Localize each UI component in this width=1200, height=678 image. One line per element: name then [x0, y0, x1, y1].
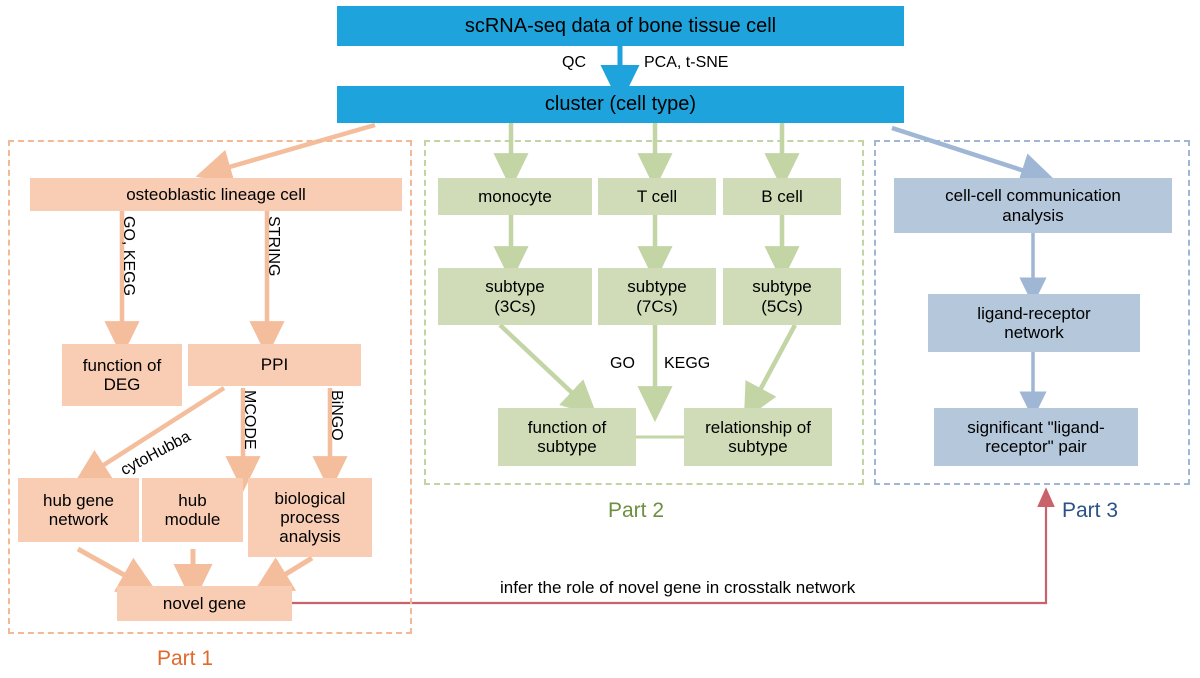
part1-label: Part 1 [157, 647, 214, 670]
relationship-of-subtype-box[interactable]: relationship of subtype [684, 408, 832, 466]
ligand-receptor-network-box[interactable]: ligand-receptor network [928, 294, 1140, 352]
subtype-monocyte-box[interactable]: subtype (3Cs) [438, 268, 592, 325]
cell-cell-communication-box[interactable]: cell-cell communication analysis [894, 178, 1172, 233]
pca-tsne-label: PCA, t-SNE [644, 54, 729, 71]
function-of-subtype-box[interactable]: function of subtype [498, 408, 636, 466]
subtype-bcell-box[interactable]: subtype (5Cs) [723, 268, 841, 325]
go-kegg-edge-label: GO, KEGG [120, 216, 137, 297]
function-of-deg-box[interactable]: function of DEG [62, 344, 182, 406]
scrna-data-box[interactable]: scRNA-seq data of bone tissue cell [337, 6, 904, 46]
part3-label: Part 3 [1062, 499, 1119, 522]
novel-gene-box[interactable]: novel gene [117, 586, 292, 621]
go-edge-label: GO [610, 355, 635, 372]
t-cell-box[interactable]: T cell [598, 178, 716, 215]
subtype-tcell-box[interactable]: subtype (7Cs) [598, 268, 716, 325]
flowchart-canvas: scRNA-seq data of bone tissue cell QC PC… [0, 0, 1200, 678]
b-cell-box[interactable]: B cell [723, 178, 841, 215]
bingo-edge-label: BiNGO [328, 390, 345, 441]
osteoblastic-lineage-cell-box[interactable]: osteoblastic lineage cell [30, 178, 402, 211]
qc-label: QC [562, 54, 586, 71]
mcode-edge-label: MCODE [241, 390, 258, 450]
crosstalk-label: infer the role of novel gene in crosstal… [500, 578, 856, 597]
kegg-edge-label: KEGG [664, 355, 711, 372]
hub-module-box[interactable]: hub module [142, 478, 243, 542]
cluster-box[interactable]: cluster (cell type) [337, 86, 904, 123]
significant-ligand-receptor-pair-box[interactable]: significant "ligand- receptor" pair [934, 408, 1138, 466]
biological-process-analysis-box[interactable]: biological process analysis [248, 478, 372, 557]
hub-gene-network-box[interactable]: hub gene network [18, 478, 139, 542]
string-edge-label: STRING [265, 216, 282, 277]
part2-label: Part 2 [608, 499, 665, 522]
monocyte-box[interactable]: monocyte [438, 178, 592, 215]
ppi-box[interactable]: PPI [188, 344, 361, 386]
